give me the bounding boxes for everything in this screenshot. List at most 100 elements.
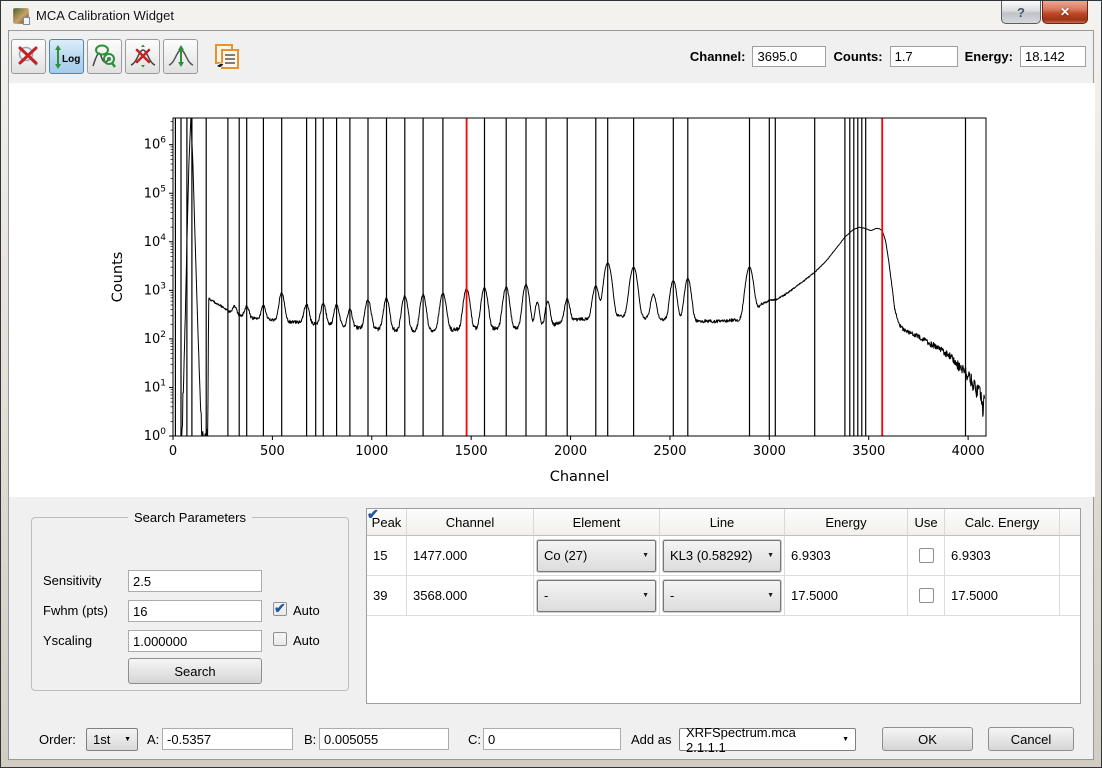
svg-text:103: 103 [144,281,166,298]
fwhm-label: Fwhm (pts) [43,603,108,618]
chevron-down-icon: ▼ [763,552,774,559]
ok-button[interactable]: OK [882,727,973,751]
zoom-reset-button[interactable] [11,39,46,74]
cell-calc-energy-0[interactable]: 6.9303 [945,536,1060,576]
order-combo[interactable]: 1st ▼ [86,728,138,751]
use-checkbox-1[interactable] [919,588,934,603]
coeff-a-input[interactable] [162,728,293,750]
chevron-down-icon: ▼ [119,736,131,743]
copy-to-clipboard-icon [212,42,242,72]
peak-delete-icon [129,44,157,70]
spectrum-plot[interactable]: 0500100015002000250030003500400010010110… [9,83,1095,497]
sensitivity-input[interactable] [128,570,262,592]
cell-element-1: - ▼ [534,576,660,616]
svg-text:101: 101 [144,378,166,395]
counts-readout-value: 1.7 [890,46,958,67]
svg-text:104: 104 [144,233,167,250]
search-button[interactable]: Search [128,658,262,684]
element-combo-value-1: - [544,588,548,603]
yscaling-auto-checkbox[interactable] [273,632,287,646]
fwhm-input[interactable] [128,600,262,622]
element-combo-1[interactable]: - ▼ [537,580,656,612]
search-parameters-group: Search Parameters Sensitivity Fwhm (pts)… [31,510,349,691]
cell-calc-energy-1[interactable]: 17.5000 [945,576,1060,616]
svg-text:2500: 2500 [653,444,686,459]
svg-text:1000: 1000 [355,444,388,459]
svg-text:Counts: Counts [110,252,126,303]
peak-search-button[interactable] [163,39,198,74]
cell-use-0 [908,536,945,576]
sensitivity-label: Sensitivity [43,573,102,588]
chevron-down-icon: ▼ [837,736,849,743]
col-header-energy[interactable]: Energy [785,509,908,536]
coeff-c-label: C: [468,732,481,747]
peak-zoom-button[interactable] [87,39,122,74]
col-header-element[interactable]: Element [534,509,660,536]
svg-text:106: 106 [144,136,167,153]
window-buttons: ? ✕ [1001,1,1088,24]
titlebar[interactable]: MCA Calibration Widget ? ✕ [1,1,1101,31]
svg-text:1500: 1500 [455,444,488,459]
element-combo-value-0: Co (27) [544,548,587,563]
add-as-combo[interactable]: XRFSpectrum.mca 2.1.1.1 ▼ [679,728,856,751]
svg-text:102: 102 [144,330,166,347]
chevron-down-icon: ▼ [638,592,649,599]
coeff-c-input[interactable] [483,728,621,750]
cell-peak-1[interactable]: 39 [367,576,407,616]
peak-delete-button[interactable] [125,39,160,74]
svg-text:4000: 4000 [952,444,985,459]
zoom-reset-icon [16,44,42,70]
use-checkbox-0[interactable] [919,548,934,563]
cell-energy-1[interactable]: 17.5000 [785,576,908,616]
col-header-use[interactable]: Use [908,509,945,536]
line-combo-0[interactable]: KL3 (0.58292) ▼ [663,540,781,572]
cell-channel-0[interactable]: 1477.000 [407,536,534,576]
cell-channel-1[interactable]: 3568.000 [407,576,534,616]
cell-filler-1 [1060,576,1080,616]
svg-text:Channel: Channel [550,469,610,485]
close-button[interactable]: ✕ [1042,1,1088,24]
peak-table: Peak Channel Element Line Energy Use Cal… [366,508,1081,704]
cell-use-1 [908,576,945,616]
coeff-b-input[interactable] [319,728,449,750]
svg-text:3500: 3500 [852,444,885,459]
yscaling-label: Yscaling [43,633,92,648]
svg-text:500: 500 [260,444,285,459]
help-button[interactable]: ? [1001,1,1041,24]
svg-text:105: 105 [144,184,166,201]
cell-line-0: KL3 (0.58292) ▼ [660,536,785,576]
svg-text:3000: 3000 [753,444,786,459]
fwhm-auto-checkbox[interactable] [273,602,287,616]
col-header-calc-energy[interactable]: Calc. Energy [945,509,1060,536]
chevron-down-icon: ▼ [638,552,649,559]
chevron-down-icon: ▼ [763,592,774,599]
col-header-line[interactable]: Line [660,509,785,536]
channel-readout-label: Channel: [690,49,746,64]
col-header-filler [1060,509,1080,536]
plot-toolbar: Log [11,39,243,74]
cell-element-0: Co (27) ▼ [534,536,660,576]
col-header-channel[interactable]: Channel [407,509,534,536]
coeff-b-label: B: [304,732,316,747]
spectrum-chart[interactable]: 0500100015002000250030003500400010010110… [9,83,1095,497]
fwhm-auto-label: Auto [293,603,320,618]
svg-text:2000: 2000 [554,444,587,459]
cell-energy-0[interactable]: 6.9303 [785,536,908,576]
yscaling-auto-label: Auto [293,633,320,648]
cell-peak-0[interactable]: 15 [367,536,407,576]
energy-readout-value: 18.142 [1020,46,1086,67]
line-combo-value-0: KL3 (0.58292) [670,548,752,563]
energy-readout-label: Energy: [965,49,1013,64]
cancel-button[interactable]: Cancel [988,727,1074,751]
element-combo-0[interactable]: Co (27) ▼ [537,540,656,572]
log-scale-icon: Log [53,44,81,70]
line-combo-1[interactable]: - ▼ [663,580,781,612]
cursor-readouts: Channel: 3695.0 Counts: 1.7 Energy: 18.1… [690,46,1086,67]
yscaling-input[interactable] [128,630,262,652]
order-label: Order: [39,732,76,747]
table-empty-area [367,616,1080,703]
line-combo-value-1: - [670,588,674,603]
window-title: MCA Calibration Widget [36,8,174,23]
copy-to-clipboard-button[interactable] [211,41,243,73]
log-scale-toggle-button[interactable]: Log [49,39,84,74]
